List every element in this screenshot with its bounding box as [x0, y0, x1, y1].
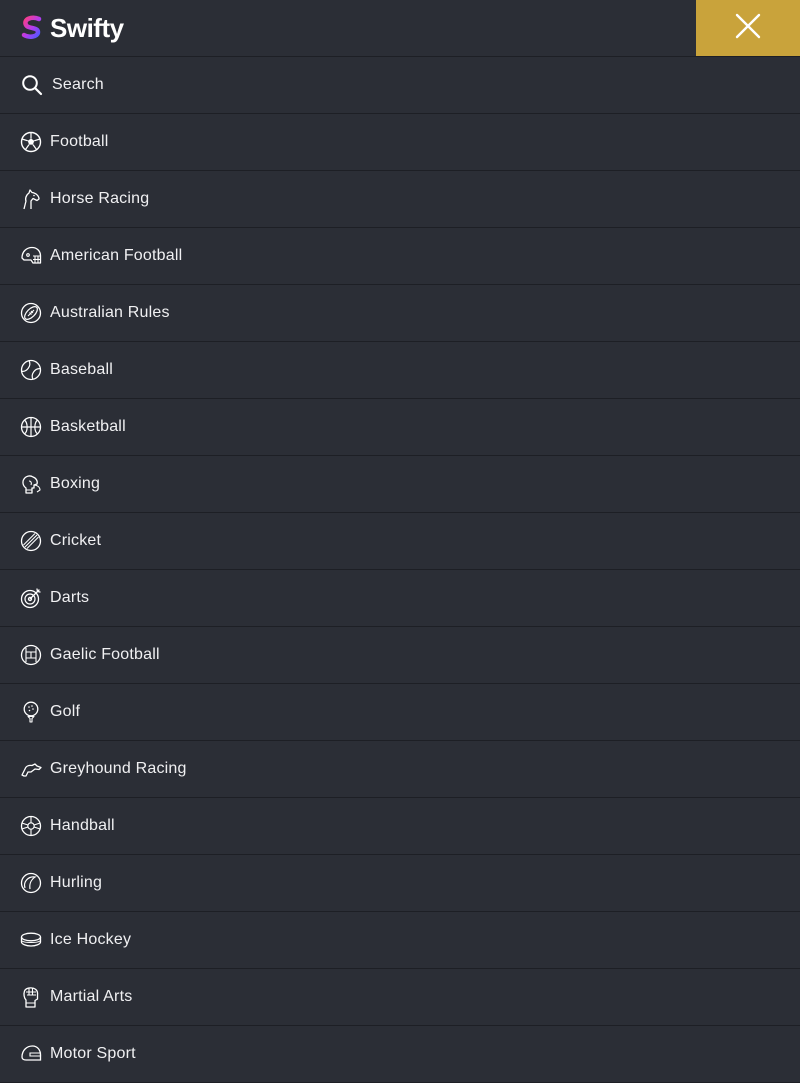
sport-item-golf[interactable]: Golf: [0, 684, 800, 741]
sport-item-hurling[interactable]: Hurling: [0, 855, 800, 912]
close-button[interactable]: [696, 0, 800, 56]
sport-item-label: Darts: [50, 589, 90, 606]
sport-item-baseball[interactable]: Baseball: [0, 342, 800, 399]
logo[interactable]: Swifty: [18, 13, 124, 44]
sport-item-label: Horse Racing: [50, 190, 150, 207]
handball-icon: [19, 814, 43, 838]
sport-item-darts[interactable]: Darts: [0, 570, 800, 627]
sport-item-label: Basketball: [50, 418, 126, 435]
sport-item-label: Boxing: [50, 475, 101, 492]
search-row[interactable]: Search: [0, 57, 800, 114]
sport-item-label: Ice Hockey: [50, 931, 132, 948]
hockey-puck-icon: [19, 928, 43, 952]
horse-head-icon: [19, 187, 43, 211]
sport-item-label: Baseball: [50, 361, 113, 378]
dartboard-icon: [19, 586, 43, 610]
sport-item-motor-sport[interactable]: Motor Sport: [0, 1026, 800, 1083]
boxing-glove-icon: [19, 472, 43, 496]
baseball-icon: [19, 358, 43, 382]
sport-item-label: Australian Rules: [50, 304, 170, 321]
racing-helmet-icon: [19, 1042, 43, 1066]
sliotar-icon: [19, 871, 43, 895]
sport-item-ice-hockey[interactable]: Ice Hockey: [0, 912, 800, 969]
close-icon: [735, 13, 761, 44]
sport-item-label: Greyhound Racing: [50, 760, 187, 777]
search-icon: [20, 73, 44, 97]
app-header: Swifty: [0, 0, 800, 57]
sport-item-basketball[interactable]: Basketball: [0, 399, 800, 456]
sport-item-label: Cricket: [50, 532, 102, 549]
soccer-ball-icon: [19, 130, 43, 154]
basketball-icon: [19, 415, 43, 439]
sport-item-label: Golf: [50, 703, 81, 720]
sport-item-american-football[interactable]: American Football: [0, 228, 800, 285]
brand-name: Swifty: [50, 12, 124, 43]
cricket-ball-icon: [19, 529, 43, 553]
mma-glove-icon: [19, 985, 43, 1009]
swifty-logo-icon: [18, 14, 46, 42]
sport-item-cricket[interactable]: Cricket: [0, 513, 800, 570]
sport-item-label: American Football: [50, 247, 183, 264]
golf-ball-on-tee-icon: [19, 700, 43, 724]
sport-item-label: Football: [50, 133, 109, 150]
sport-item-label: Motor Sport: [50, 1045, 136, 1062]
search-label: Search: [52, 76, 104, 93]
sport-item-football[interactable]: Football: [0, 114, 800, 171]
gaelic-ball-icon: [19, 643, 43, 667]
rugby-ball-icon: [19, 301, 43, 325]
sport-item-label: Martial Arts: [50, 988, 133, 1005]
sports-menu: Search Football Horse Racing American Fo…: [0, 57, 800, 1083]
sport-item-label: Hurling: [50, 874, 103, 891]
sport-item-label: Gaelic Football: [50, 646, 160, 663]
sport-item-gaelic-football[interactable]: Gaelic Football: [0, 627, 800, 684]
sport-item-handball[interactable]: Handball: [0, 798, 800, 855]
sport-item-australian-rules[interactable]: Australian Rules: [0, 285, 800, 342]
sport-item-greyhound-racing[interactable]: Greyhound Racing: [0, 741, 800, 798]
sport-item-label: Handball: [50, 817, 115, 834]
sport-item-martial-arts[interactable]: Martial Arts: [0, 969, 800, 1026]
greyhound-icon: [19, 757, 43, 781]
sport-item-horse-racing[interactable]: Horse Racing: [0, 171, 800, 228]
sport-item-boxing[interactable]: Boxing: [0, 456, 800, 513]
football-helmet-icon: [19, 244, 43, 268]
